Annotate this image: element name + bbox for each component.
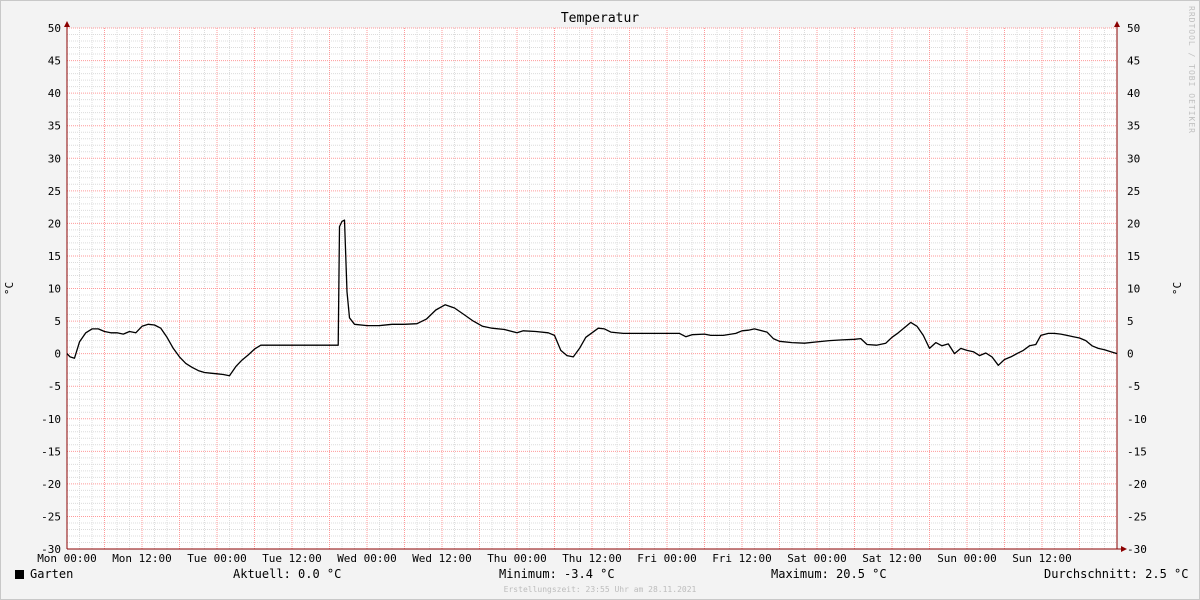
y-axis-label-left: °C [3, 282, 16, 295]
y-tick-label-left: -25 [41, 510, 61, 523]
y-tick-label-right: 5 [1127, 315, 1134, 328]
x-tick-label: Tue 00:00 [187, 552, 247, 565]
legend-series: Garten [15, 567, 73, 583]
y-tick-label-left: -10 [41, 413, 61, 426]
y-tick-label-right: 20 [1127, 217, 1140, 230]
x-tick-label: Fri 12:00 [712, 552, 772, 565]
y-tick-label-right: -10 [1127, 413, 1147, 426]
y-tick-label-right: 25 [1127, 185, 1140, 198]
x-tick-label: Wed 12:00 [412, 552, 472, 565]
legend-minimum: Minimum: -3.4 °C [499, 567, 615, 581]
x-tick-label: Sat 12:00 [862, 552, 922, 565]
y-tick-label-right: -30 [1127, 543, 1147, 556]
y-tick-label-right: -15 [1127, 445, 1147, 458]
legend-swatch [15, 570, 24, 579]
x-tick-label: Wed 00:00 [337, 552, 397, 565]
legend-series-name: Garten [30, 567, 74, 581]
y-tick-label-right: 0 [1127, 348, 1134, 361]
y-tick-label-right: 15 [1127, 250, 1140, 263]
y-tick-label-left: 35 [48, 120, 61, 133]
y-tick-label-left: -15 [41, 445, 61, 458]
y-tick-label-left: 5 [54, 315, 61, 328]
x-tick-label: Sat 00:00 [787, 552, 847, 565]
x-tick-label: Sun 12:00 [1012, 552, 1072, 565]
y-tick-label-left: 45 [48, 55, 61, 68]
y-tick-label-right: 35 [1127, 120, 1140, 133]
y-tick-label-right: 45 [1127, 55, 1140, 68]
y-tick-label-left: 10 [48, 283, 61, 296]
y-tick-label-right: 10 [1127, 283, 1140, 296]
y-tick-label-left: 0 [54, 348, 61, 361]
y-axis-label-right: °C [1171, 282, 1184, 295]
legend-durchschnitt: Durchschnitt: 2.5 °C [1044, 567, 1189, 581]
x-tick-label: Mon 12:00 [112, 552, 172, 565]
x-tick-label: Thu 00:00 [487, 552, 547, 565]
y-tick-label-left: 40 [48, 87, 61, 100]
x-tick-label: Mon 00:00 [37, 552, 97, 565]
legend-aktuell: Aktuell: 0.0 °C [233, 567, 342, 581]
watermark: RRDTOOL / TOBI OETIKER [1187, 6, 1196, 134]
chart-title: Temperatur [560, 11, 640, 26]
y-tick-label-right: -20 [1127, 478, 1147, 491]
legend-maximum: Maximum: 20.5 °C [771, 567, 887, 581]
y-tick-label-left: 30 [48, 152, 61, 165]
footer-timestamp: Erstellungszeit: 23:55 Uhr am 28.11.2021 [503, 585, 697, 594]
y-tick-label-right: -5 [1127, 380, 1140, 393]
x-tick-label: Thu 12:00 [562, 552, 622, 565]
y-tick-label-left: 25 [48, 185, 61, 198]
y-tick-label-left: 15 [48, 250, 61, 263]
x-tick-label: Sun 00:00 [937, 552, 997, 565]
y-tick-label-right: 40 [1127, 87, 1140, 100]
y-tick-label-right: -25 [1127, 510, 1147, 523]
y-tick-label-left: -20 [41, 478, 61, 491]
x-tick-label: Tue 12:00 [262, 552, 322, 565]
x-tick-label: Fri 00:00 [637, 552, 697, 565]
temperature-chart: 50 5045 4540 4035 3530 3025 2520 2015 1510 105 50 0… [3, 21, 1184, 565]
y-tick-label-right: 30 [1127, 152, 1140, 165]
y-tick-label-left: -5 [48, 380, 61, 393]
y-tick-label-left: 20 [48, 217, 61, 230]
